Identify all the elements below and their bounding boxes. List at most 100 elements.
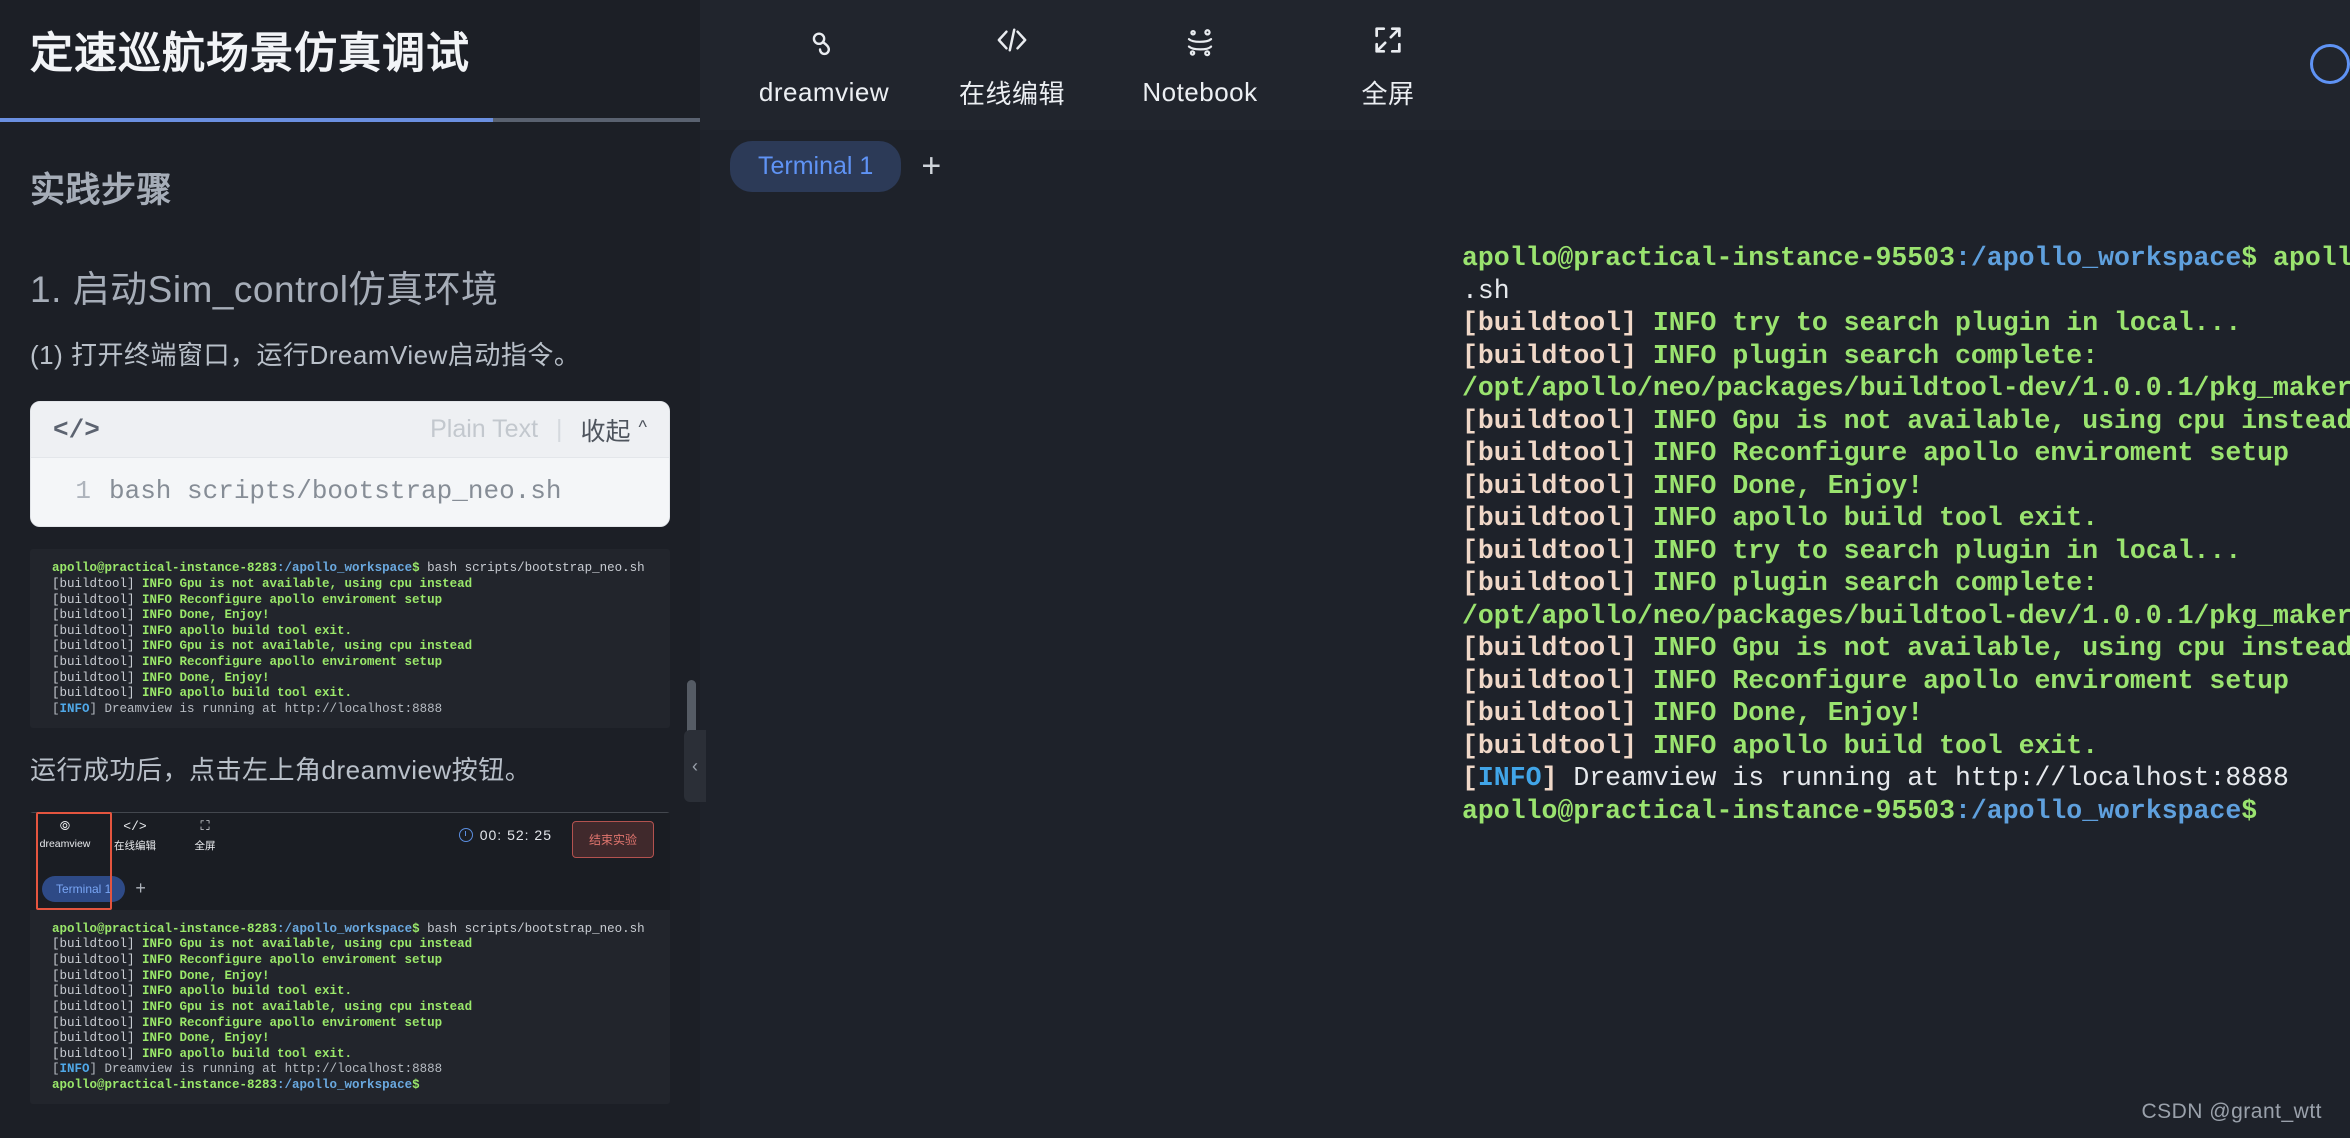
divider: |: [556, 415, 563, 444]
embedded-tab-terminal-1: Terminal 1: [42, 875, 126, 902]
embedded-terminal-line: apollo@practical-instance-8283:/apollo_w…: [52, 1078, 420, 1093]
terminal-line: [buildtool] INFO Gpu is not available, u…: [1462, 633, 2350, 663]
terminal-line: [buildtool] INFO try to search plugin in…: [1462, 308, 2242, 338]
code-block: </> Plain Text | 收起 ^ 1 bash scripts/boo…: [30, 401, 670, 528]
watermark: CSDN @grant_wtt: [2141, 1100, 2322, 1123]
collapse-code-button[interactable]: 收起 ^: [581, 412, 647, 448]
terminal-output: apollo@practical-instance-95503:/apollo_…: [700, 242, 2350, 827]
link-icon: [807, 23, 841, 63]
terminal-line: [buildtool] INFO Done, Enjoy!: [1462, 470, 1924, 501]
embedded-toolbar-label: dreamview: [39, 837, 91, 850]
page-title: 定速巡航场景仿真调试: [30, 30, 470, 78]
embedded-terminal-line: [buildtool] INFO apollo build tool exit.: [52, 1046, 353, 1061]
embedded-tabbar: Terminal 1 +: [30, 867, 670, 910]
fullscreen-icon: ⛶: [200, 818, 210, 834]
embedded-terminal-line: [INFO] Dreamview is running at http://lo…: [52, 701, 443, 716]
embedded-add-tab-icon: +: [135, 878, 146, 899]
tab-terminal-1[interactable]: Terminal 1: [730, 140, 902, 192]
embedded-timer: 00: 52: 25: [458, 826, 552, 843]
toolbar-item-label: Notebook: [1142, 76, 1258, 107]
progress-fill: [0, 118, 493, 122]
embedded-screenshot-terminal-1: apollo@practical-instance-8283:/apollo_w…: [30, 549, 670, 728]
main-panel: dreamview 在线编辑 Notebook 全屏 Terminal 1 + apo…: [700, 0, 2350, 1138]
embedded-terminal-line: [INFO] Dreamview is running at http://lo…: [52, 1062, 443, 1077]
sidebar-content: 实践步骤 1. 启动Sim_control仿真环境 (1) 打开终端窗口，运行D…: [0, 162, 700, 1138]
code-line-text: bash scripts/bootstrap_neo.sh: [109, 476, 562, 507]
code-icon: </>: [53, 414, 100, 445]
embedded-terminal-line: [buildtool] INFO Done, Enjoy!: [52, 1031, 270, 1046]
embedded-terminal-line: [buildtool] INFO Done, Enjoy!: [52, 670, 270, 685]
terminal-line: [buildtool] INFO try to search plugin in…: [1462, 535, 2242, 566]
add-tab-icon[interactable]: +: [921, 149, 941, 183]
step-paragraph: (1) 打开终端窗口，运行DreamView启动指令。: [30, 340, 581, 370]
code-icon: [994, 20, 1030, 60]
toolbar-item-在线编辑[interactable]: 在线编辑: [918, 20, 1106, 111]
sidebar-title-wrap: 定速巡航场景仿真调试: [0, 0, 700, 118]
toolbar-item-全屏[interactable]: 全屏: [1294, 20, 1482, 111]
embedded-terminal-line: [buildtool] INFO Gpu is not available, u…: [52, 937, 473, 952]
embedded-end-experiment-button: 结束实验: [571, 820, 654, 858]
toolbar-item-label: 全屏: [1361, 78, 1415, 109]
toolbar-item-label: 在线编辑: [958, 78, 1065, 109]
progress-divider: [0, 118, 700, 122]
terminal-line: [buildtool] INFO plugin search complete:: [1462, 568, 2099, 598]
toolbar-item-Notebook[interactable]: Notebook: [1106, 23, 1294, 108]
code-block-header: </> Plain Text | 收起 ^: [31, 402, 669, 459]
terminal-line: /opt/apollo/neo/packages/buildtool-dev/1…: [1462, 373, 2350, 403]
terminal-line: [buildtool] INFO apollo build tool exit.: [1462, 730, 2099, 761]
embedded-terminal-line: [buildtool] INFO apollo build tool exit.: [52, 623, 353, 638]
fullscreen-icon: [1371, 20, 1405, 60]
collapse-sidebar-handle[interactable]: ‹: [684, 730, 706, 802]
embedded-toolbar: ⦾ dreamview </> 在线编辑 ⛶ 全屏 00: 52: 25 结束实验: [30, 811, 670, 868]
terminal-line: /opt/apollo/neo/packages/buildtool-dev/1…: [1462, 600, 2350, 631]
terminal-line: .sh: [1462, 275, 1510, 306]
terminal-line: [buildtool] INFO Gpu is not available, u…: [1462, 405, 2350, 436]
help-icon[interactable]: [2310, 44, 2350, 84]
terminal-line: [buildtool] INFO plugin search complete:: [1462, 340, 2099, 371]
code-line: 1 bash scripts/bootstrap_neo.sh: [31, 476, 669, 506]
terminal-line: apollo@practical-instance-95503:/apollo_…: [1462, 795, 2258, 826]
terminal-line: [buildtool] INFO Reconfigure apollo envi…: [1462, 438, 2289, 468]
clock-icon: [458, 827, 473, 842]
step-heading: 1. 启动Sim_control仿真环境: [30, 269, 499, 310]
link-icon: ⦾: [59, 818, 71, 834]
embedded-terminal-line: apollo@practical-instance-8283:/apollo_w…: [52, 561, 645, 576]
embedded-terminal-line: [buildtool] INFO Reconfigure apollo envi…: [52, 953, 443, 968]
embedded-terminal-line: [buildtool] INFO Gpu is not available, u…: [52, 576, 473, 591]
embedded-terminal-line: [buildtool] INFO Done, Enjoy!: [52, 968, 270, 983]
toolbar-item-label: dreamview: [758, 76, 890, 107]
code-line-number: 1: [75, 476, 91, 507]
embedded-toolbar-label: 在线编辑: [114, 839, 156, 852]
embedded-toolbar-item-全屏: ⛶ 全屏: [170, 813, 240, 853]
embedded-toolbar-item-dreamview: ⦾ dreamview: [30, 813, 100, 850]
embedded-terminal-line: [buildtool] INFO Reconfigure apollo envi…: [52, 655, 443, 670]
note-paragraph: 运行成功后，点击左上角dreamview按钮。: [30, 754, 532, 785]
section-heading: 实践步骤: [30, 171, 173, 210]
embedded-terminal-line: [buildtool] INFO apollo build tool exit.: [52, 984, 353, 999]
code-block-body[interactable]: 1 bash scripts/bootstrap_neo.sh: [31, 458, 669, 527]
embedded-terminal-line: [buildtool] INFO Done, Enjoy!: [52, 608, 270, 623]
terminal-panel[interactable]: apollo@practical-instance-95503:/apollo_…: [700, 202, 2350, 1138]
embedded-terminal-line: [buildtool] INFO Gpu is not available, u…: [52, 639, 473, 654]
embedded-toolbar-label: 全屏: [194, 839, 216, 852]
code-icon: </>: [123, 818, 147, 834]
app-root: 定速巡航场景仿真调试 实践步骤 1. 启动Sim_control仿真环境 (1)…: [0, 0, 2350, 1138]
lesson-sidebar: 定速巡航场景仿真调试 实践步骤 1. 启动Sim_control仿真环境 (1)…: [0, 0, 700, 1138]
embedded-terminal-line: [buildtool] INFO Reconfigure apollo envi…: [52, 1015, 443, 1030]
code-language-label: Plain Text: [430, 415, 539, 444]
code-block-actions: Plain Text | 收起 ^: [430, 412, 647, 448]
embedded-terminal-output-2: apollo@practical-instance-8283:/apollo_w…: [30, 909, 670, 1104]
terminal-tabbar: Terminal 1 +: [700, 130, 2350, 202]
collapse-code-label: 收起: [580, 417, 631, 446]
embedded-terminal-line: apollo@practical-instance-8283:/apollo_w…: [52, 921, 645, 936]
terminal-line: apollo@practical-instance-95503:/apollo_…: [1462, 243, 2350, 273]
embedded-toolbar-item-在线编辑: </> 在线编辑: [100, 813, 170, 853]
terminal-line: [INFO] Dreamview is running at http://lo…: [1462, 763, 2289, 793]
terminal-line: [buildtool] INFO Done, Enjoy!: [1462, 698, 1924, 728]
toolbar-item-dreamview[interactable]: dreamview: [730, 23, 918, 108]
terminal-line: [buildtool] INFO Reconfigure apollo envi…: [1462, 665, 2289, 696]
embedded-timer-value: 00: 52: 25: [479, 826, 552, 843]
embedded-screenshot-terminal-2: ⦾ dreamview </> 在线编辑 ⛶ 全屏 00: 52: 25 结束实验 Ter…: [30, 811, 670, 1104]
embedded-terminal-line: [buildtool] INFO apollo build tool exit.: [52, 686, 353, 701]
notebook-icon: [1182, 23, 1218, 63]
